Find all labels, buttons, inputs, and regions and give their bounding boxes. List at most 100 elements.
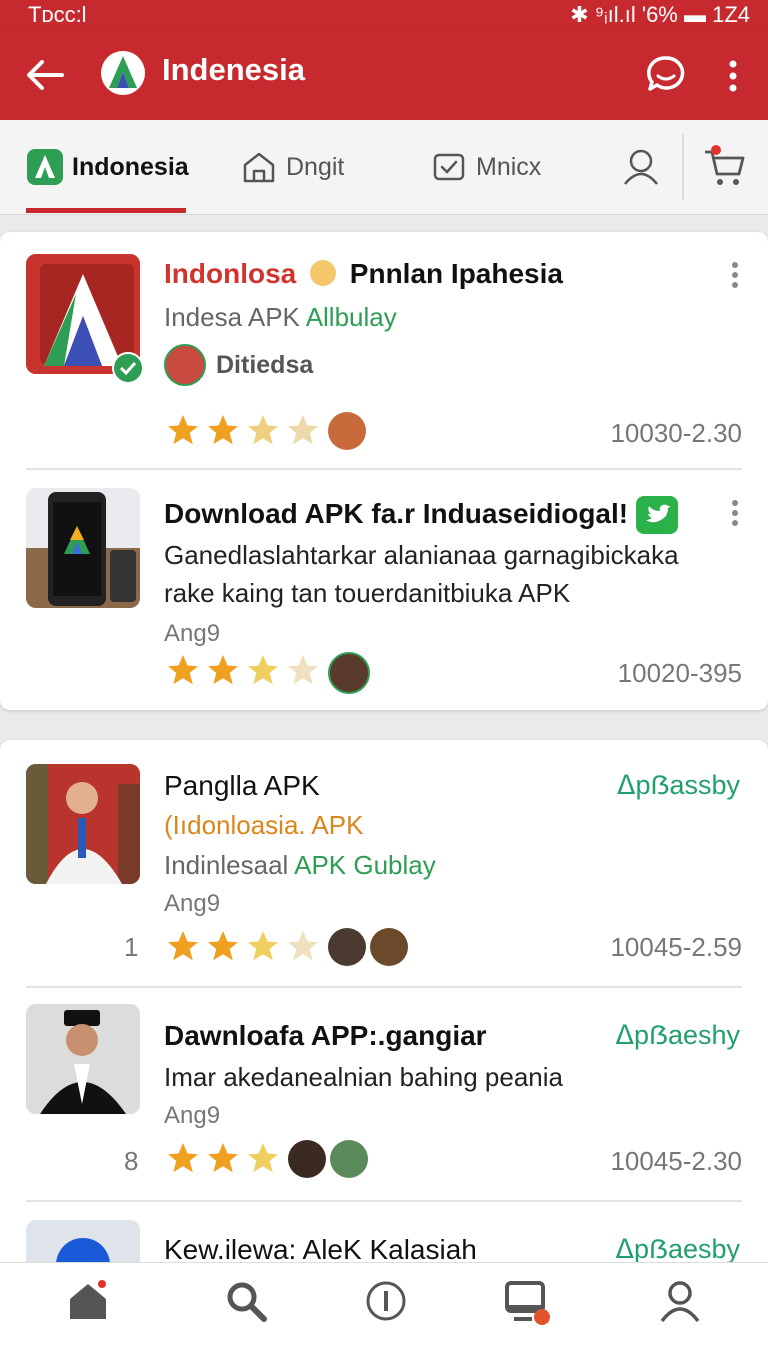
- divider: [26, 1200, 742, 1202]
- item-title: Download APK fa.r Induaseidiogal!: [164, 498, 629, 529]
- star-filled-icon: [208, 931, 238, 961]
- item-title-red: Indonlosa: [164, 258, 297, 289]
- reviewer-avatar: [330, 1140, 368, 1178]
- item-desc: Imar akedanealnian bahing peania: [164, 1062, 563, 1092]
- reviewer-avatar: [370, 928, 408, 966]
- star-filled-icon: [208, 415, 238, 445]
- chat-icon[interactable]: [642, 50, 690, 98]
- more-options-icon[interactable]: [718, 54, 748, 98]
- home-outline-icon: [243, 152, 275, 183]
- home-icon[interactable]: [64, 1277, 112, 1325]
- profile-icon[interactable]: [620, 146, 662, 188]
- item-meta: Ang9: [164, 1102, 221, 1129]
- item-number: 10030-2.30: [610, 418, 742, 448]
- person-photo-icon: [26, 1004, 140, 1114]
- star-rating: [164, 1140, 368, 1178]
- app-thumbnail: [26, 764, 140, 884]
- star-filled-icon: [168, 415, 198, 445]
- divider: [26, 986, 742, 988]
- tab-mnicx-label: Mnicx: [476, 152, 542, 181]
- item-meta: Ang9: [164, 620, 221, 647]
- star-filled-icon: [248, 931, 278, 961]
- brand-label: ᐃpẞaesby: [615, 1234, 740, 1264]
- star-filled-icon: [168, 655, 198, 685]
- item-subtitle: (Iıdonloasia. APK: [164, 810, 364, 840]
- item-more-icon[interactable]: [726, 498, 744, 528]
- tab-indonesia[interactable]: Indonesia: [26, 120, 189, 214]
- item-meta: Ang9: [164, 890, 221, 917]
- author-avatar: [164, 344, 206, 386]
- star-empty-icon: [288, 931, 318, 961]
- tab-indonesia-label: Indonesia: [72, 152, 189, 181]
- item-line3: Indinlesaal APK Gublay: [164, 850, 436, 881]
- author-name: Ditiedsa: [216, 350, 314, 379]
- status-left-text: Tᴅcc:l: [28, 2, 87, 27]
- active-tab-indicator: [26, 208, 186, 213]
- reviewer-avatar: [288, 1140, 326, 1178]
- info-icon[interactable]: [362, 1277, 410, 1325]
- app-thumbnail: [26, 1004, 140, 1114]
- checkbox-icon: [433, 153, 465, 181]
- star-filled-icon: [248, 415, 278, 445]
- list-item[interactable]: Download APK fa.r Induaseidiogal! Ganedl…: [0, 472, 768, 710]
- item-lead: 1: [124, 932, 139, 962]
- search-icon[interactable]: [222, 1277, 270, 1325]
- item-more-icon[interactable]: [726, 260, 744, 290]
- account-icon[interactable]: [656, 1277, 704, 1325]
- item-desc-line1: Ganedlaslahtarkar alanianaa garnagibicka…: [164, 540, 679, 570]
- star-rating: [164, 928, 408, 966]
- app-thumbnail: [26, 488, 140, 608]
- reviewer-avatar: [328, 928, 366, 966]
- star-filled-icon: [168, 931, 198, 961]
- line3-gray: Indinlesaal: [164, 850, 289, 880]
- star-filled-icon: [248, 1143, 278, 1173]
- item-title: Indonlosa Pnnlan Ipahesia: [164, 258, 563, 290]
- cart-icon[interactable]: [702, 144, 748, 190]
- star-filled-icon: [248, 655, 278, 685]
- brand-label: ᐃpẞassby: [617, 770, 740, 800]
- phone-with-logo-icon: [26, 488, 140, 608]
- star-empty-icon: [288, 655, 318, 685]
- person-photo-icon: [26, 764, 140, 884]
- twitter-badge-icon: [636, 496, 678, 534]
- item-number: 10045-2.59: [610, 932, 742, 962]
- star-filled-icon: [168, 1143, 198, 1173]
- item-desc-line2: rake kaing tan touerdanitbiuka APK: [164, 578, 571, 608]
- status-right-icons: ✱ ⁹ᵢıl.ıl '6% ▬ 1Z4: [570, 2, 750, 27]
- divider: [26, 468, 742, 470]
- reviewer-avatar: [328, 412, 366, 450]
- tab-bar: Indonesia Dngit Mnicx: [0, 120, 768, 215]
- item-title-rest: Pnnlan Ipahesia: [349, 258, 563, 289]
- subtitle-gray: Indesa APK: [164, 302, 300, 332]
- item-title: Panglla APK: [164, 770, 320, 801]
- subtitle-green: Allbulay: [305, 302, 397, 332]
- item-number: 10045-2.30: [610, 1146, 742, 1176]
- brand-label: ᐃpẞaeshy: [615, 1020, 740, 1050]
- item-lead: 8: [124, 1146, 139, 1176]
- star-filled-icon: [288, 415, 318, 445]
- tab-mnicx[interactable]: Mnicx: [430, 120, 541, 214]
- tab-divider: [682, 134, 684, 200]
- list-item[interactable]: Indonlosa Pnnlan Ipahesia Indesa APK All…: [0, 232, 768, 472]
- back-arrow-icon[interactable]: [22, 52, 68, 98]
- bottom-navigation: [0, 1262, 768, 1345]
- emoji-icon: [310, 260, 337, 286]
- app-bar: Indenesia: [0, 30, 768, 120]
- star-filled-icon: [208, 655, 238, 685]
- tab-dngit[interactable]: Dngit: [240, 120, 344, 214]
- app-title: Indenesia: [162, 52, 305, 87]
- star-filled-icon: [208, 1143, 238, 1173]
- reviewer-avatar: [328, 652, 370, 694]
- item-subtitle: Indesa APK Allbulay: [164, 302, 397, 333]
- list-item[interactable]: Dawnloafa APP:.gangiar Imar akedanealnia…: [0, 990, 768, 1198]
- item-number: 10020-395: [617, 658, 742, 688]
- line3-green: APK Gublay: [294, 850, 436, 880]
- tab-dngit-label: Dngit: [286, 152, 345, 181]
- indonesia-tab-icon: [27, 149, 63, 185]
- author-row: Ditiedsa: [164, 344, 313, 386]
- downloads-icon[interactable]: [502, 1277, 550, 1325]
- star-rating: [164, 412, 366, 450]
- list-item[interactable]: Panglla APK (Iıdonloasia. APK Indinlesaa…: [0, 740, 768, 986]
- star-rating: [164, 652, 370, 694]
- status-bar: Tᴅcc:l ✱ ⁹ᵢıl.ıl '6% ▬ 1Z4: [0, 0, 768, 30]
